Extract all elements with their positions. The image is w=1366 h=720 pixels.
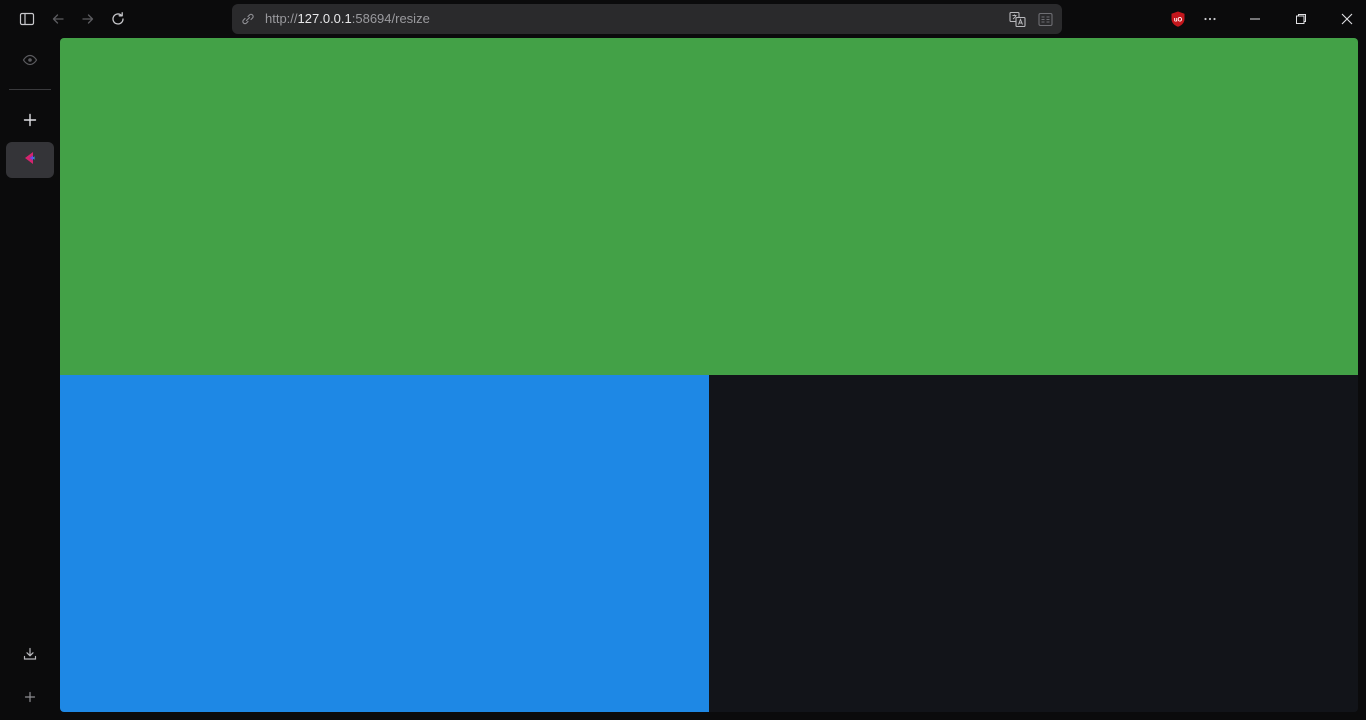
sidebar-item-active-app[interactable]	[6, 142, 54, 178]
close-icon[interactable]	[1334, 6, 1360, 32]
url-scheme: http://	[265, 11, 298, 26]
browser-toolbar: http://127.0.0.1:58694/resize uO	[0, 0, 1366, 38]
reload-icon[interactable]	[106, 7, 130, 31]
bottom-left-panel-blue	[60, 375, 709, 712]
more-options-icon[interactable]	[1198, 7, 1222, 31]
site-info-icon[interactable]	[240, 11, 256, 27]
add-panel-plus-icon[interactable]	[18, 685, 42, 709]
ublock-origin-icon[interactable]: uO	[1166, 7, 1190, 31]
reader-view-icon[interactable]	[1037, 11, 1054, 28]
translate-icon[interactable]	[1009, 11, 1026, 28]
top-panel-green	[60, 38, 1358, 375]
downloads-icon[interactable]	[18, 642, 42, 666]
address-bar[interactable]: http://127.0.0.1:58694/resize	[232, 4, 1062, 34]
sidebar	[0, 38, 60, 720]
url-text[interactable]: http://127.0.0.1:58694/resize	[265, 4, 430, 34]
url-host: 127.0.0.1	[297, 11, 352, 26]
back-icon[interactable]	[46, 7, 70, 31]
new-tab-plus-icon[interactable]	[18, 108, 42, 132]
forward-icon[interactable]	[76, 7, 100, 31]
sidebar-divider	[9, 89, 51, 90]
sidebar-toggle-icon[interactable]	[15, 7, 39, 31]
url-path: :58694/resize	[351, 11, 430, 26]
bottom-right-panel-dark	[709, 375, 1358, 712]
restore-icon[interactable]	[1288, 6, 1314, 32]
preview-eye-icon[interactable]	[18, 48, 42, 72]
active-app-icon	[22, 150, 38, 171]
minimize-icon[interactable]	[1242, 6, 1268, 32]
page-viewport	[60, 38, 1358, 712]
svg-text:uO: uO	[1174, 17, 1183, 23]
